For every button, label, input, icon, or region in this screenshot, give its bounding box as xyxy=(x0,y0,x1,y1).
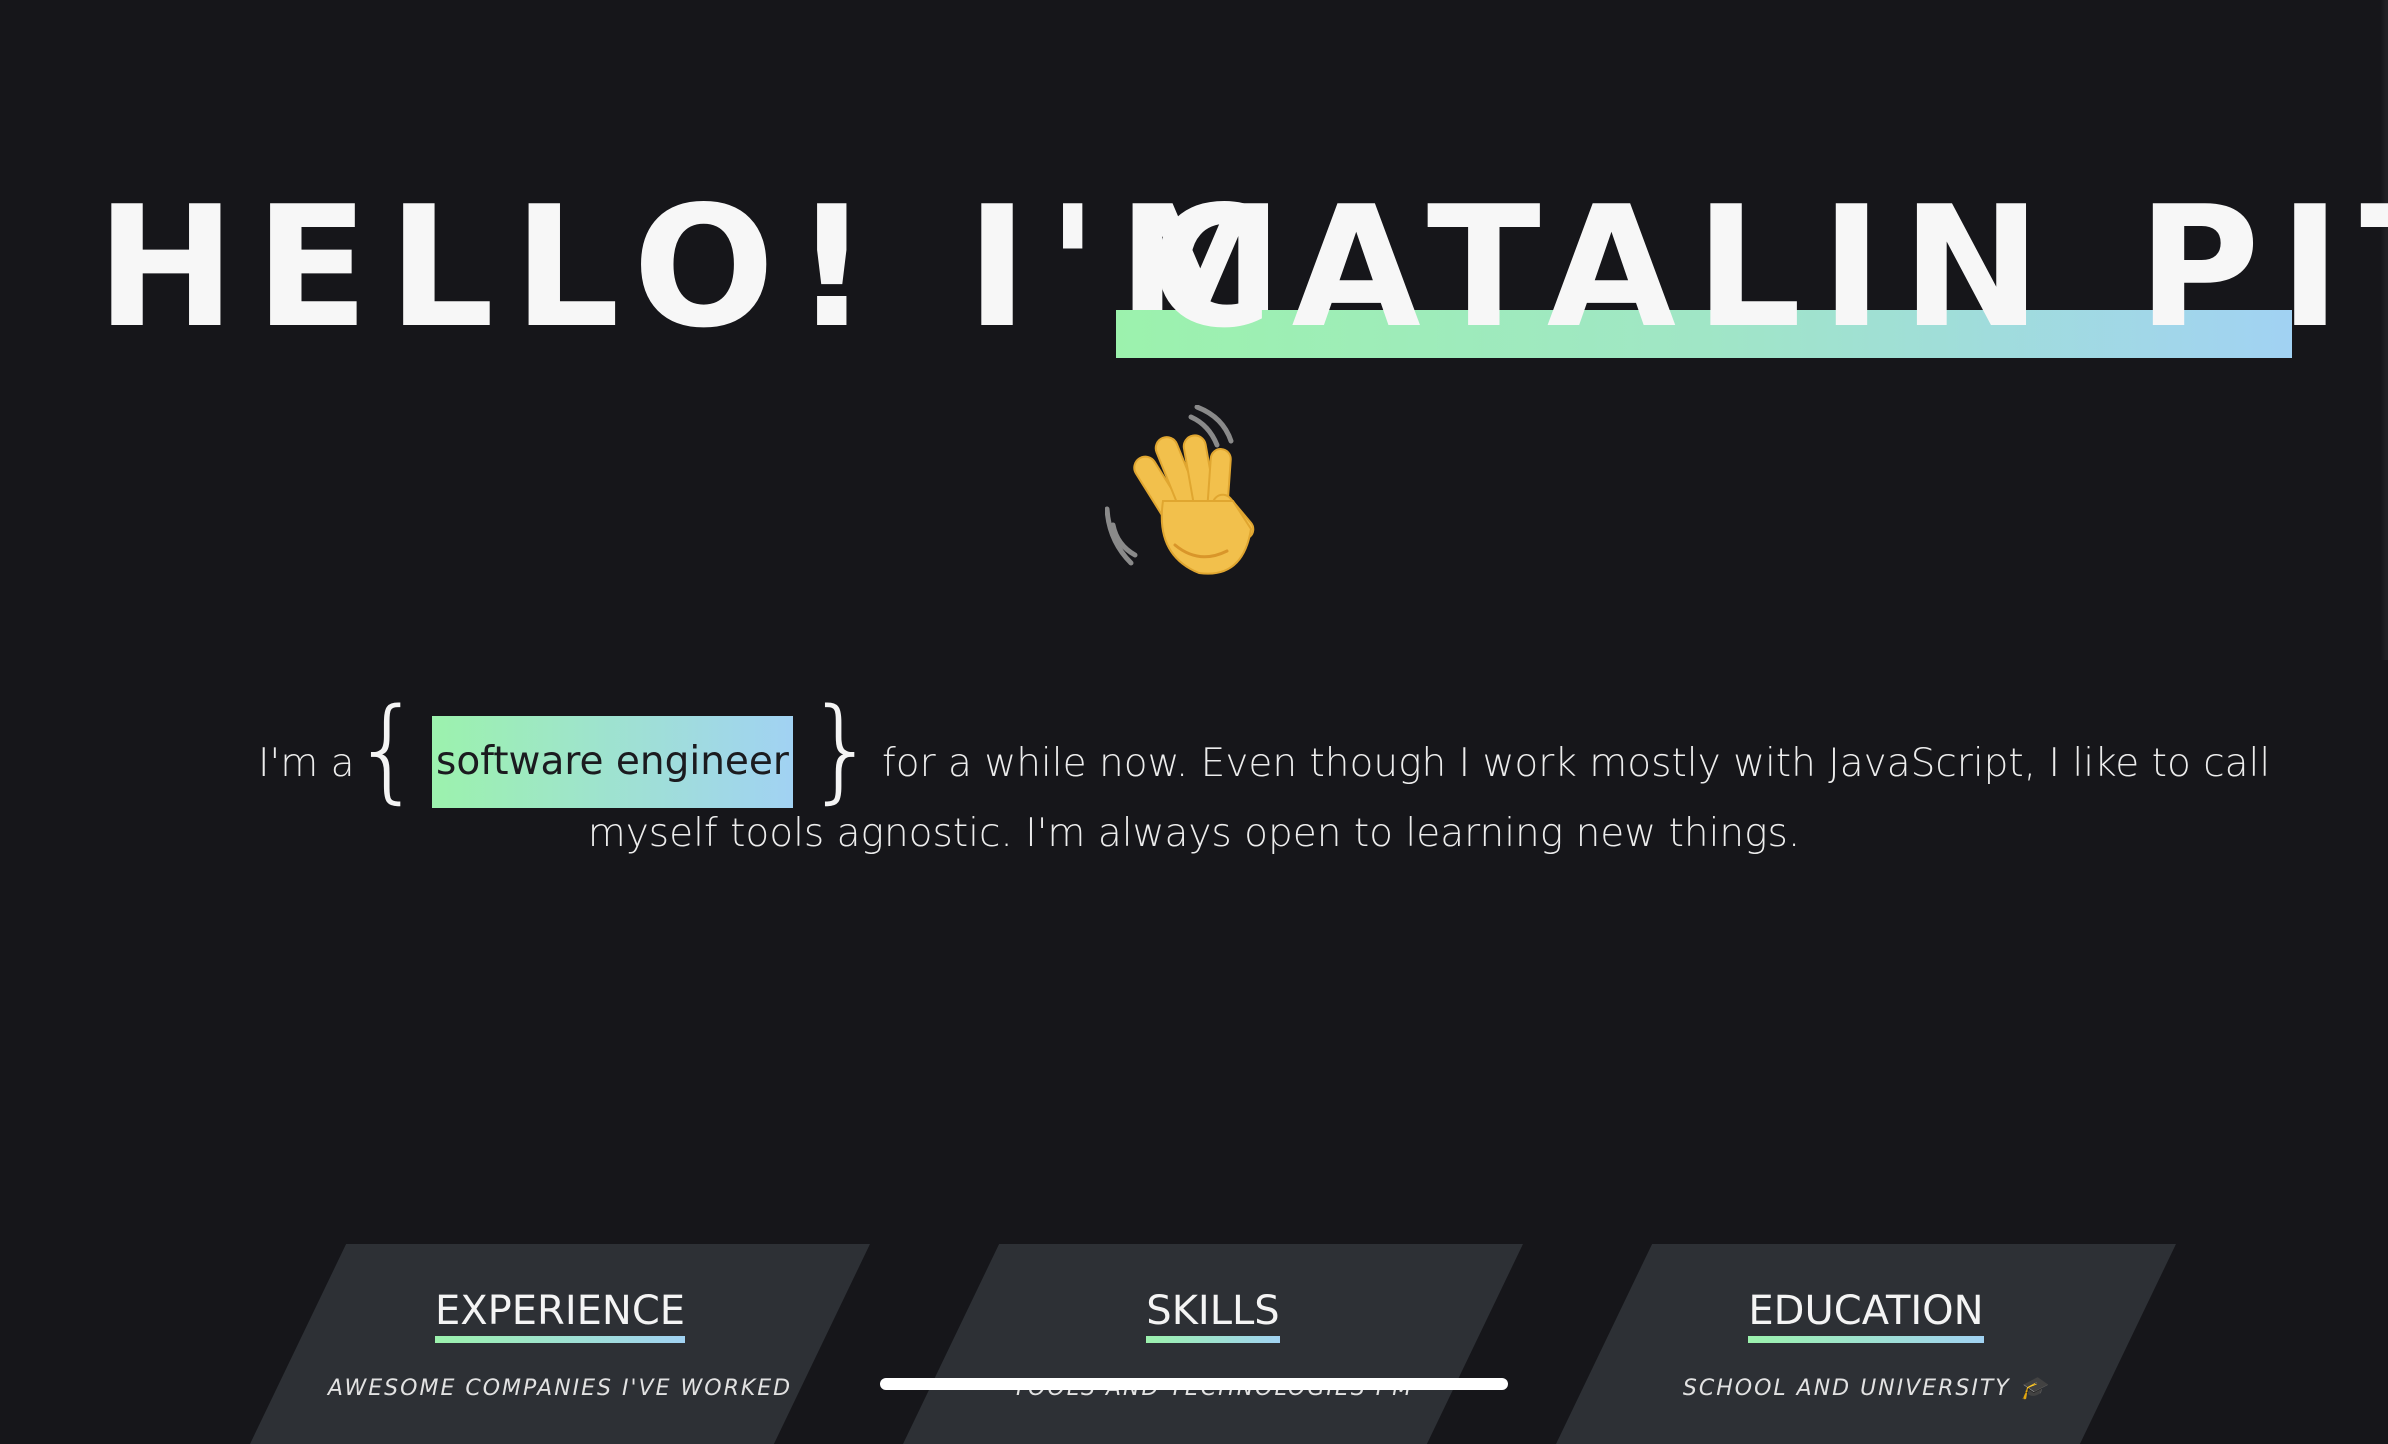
skills-card[interactable]: SKILLS TOOLS AND TECHNOLOGIES I'M xyxy=(903,1244,1523,1444)
role-highlight: software engineer xyxy=(432,716,793,808)
card-background xyxy=(903,1244,1523,1444)
experience-title: EXPERIENCE xyxy=(434,1286,686,1343)
experience-card[interactable]: EXPERIENCE AWESOME COMPANIES I'VE WORKED xyxy=(250,1244,870,1444)
card-background xyxy=(1556,1244,2176,1444)
hero-name-wrapper: CATALIN PIT xyxy=(1116,178,2388,358)
waving-hand-icon xyxy=(1105,405,1255,575)
education-title: EDUCATION xyxy=(1748,1286,1984,1343)
intro-paragraph: I'm a { software engineer } for a while … xyxy=(0,690,2388,870)
intro-text-line1: for a while now. Even though I work most… xyxy=(882,741,2271,786)
hero-heading: HELLO! I'M CATALIN PIT xyxy=(0,178,2388,358)
home-indicator[interactable] xyxy=(880,1378,1508,1390)
intro-prefix: I'm a xyxy=(258,741,355,786)
card-title: SKILLS xyxy=(903,1286,1523,1343)
hero-name: CATALIN PIT xyxy=(1150,171,2388,365)
card-title: EXPERIENCE xyxy=(250,1286,870,1343)
card-subtitle: AWESOME COMPANIES I'VE WORKED xyxy=(327,1376,793,1401)
brace-close: } xyxy=(806,685,878,815)
card-title: EDUCATION xyxy=(1556,1286,2176,1343)
card-background xyxy=(250,1244,870,1444)
intro-text-line2: myself tools agnostic. I'm always open t… xyxy=(587,811,1801,856)
brace-open: { xyxy=(352,685,424,815)
card-subtitle: SCHOOL AND UNIVERSITY 🎓 xyxy=(1682,1376,2050,1401)
skills-title: SKILLS xyxy=(1146,1286,1280,1343)
education-card[interactable]: EDUCATION SCHOOL AND UNIVERSITY 🎓 xyxy=(1556,1244,2176,1444)
